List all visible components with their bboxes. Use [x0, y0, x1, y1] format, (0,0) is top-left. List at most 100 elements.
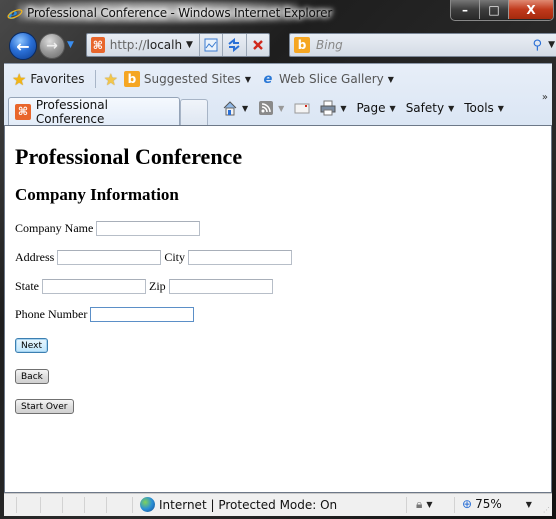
- address-input[interactable]: http://localh...: [110, 38, 182, 52]
- home-button[interactable]: ▼: [222, 100, 248, 116]
- company-name-field[interactable]: [96, 221, 201, 236]
- chevron-down-icon[interactable]: ▼: [278, 104, 284, 113]
- add-to-favorites-bar-button[interactable]: ★: [104, 70, 122, 89]
- minimize-icon: –: [462, 2, 468, 17]
- zoom-magnifier-icon: ⊕: [462, 497, 473, 511]
- state-zip-row: State Zip: [15, 279, 276, 294]
- chevron-down-icon: ▼: [389, 103, 396, 113]
- tools-menu[interactable]: Tools ▼: [464, 101, 504, 115]
- close-icon: X: [526, 2, 536, 17]
- section-title: Company Information: [15, 185, 179, 204]
- security-zone[interactable]: Internet | Protected Mode: On: [140, 497, 337, 512]
- print-button[interactable]: ▼: [320, 100, 346, 116]
- chevron-down-icon: ▼: [426, 500, 433, 509]
- window-title: Professional Conference - Windows Intern…: [27, 6, 333, 20]
- page-title: Professional Conference: [15, 144, 243, 169]
- search-input[interactable]: Bing: [316, 38, 533, 52]
- refresh-icon: [228, 38, 241, 52]
- back-page-button[interactable]: Back: [15, 369, 49, 384]
- chevron-down-icon[interactable]: ▼: [340, 104, 346, 113]
- site-favicon-icon: ⌘: [91, 37, 105, 53]
- suggested-sites-button[interactable]: b Suggested Sites ▼: [123, 71, 251, 87]
- read-mail-button[interactable]: [294, 100, 310, 116]
- compatibility-view-icon: [204, 38, 218, 52]
- privacy-settings-button[interactable]: 🔒︎ ▼: [416, 497, 433, 512]
- compatibility-view-button[interactable]: [198, 34, 222, 56]
- search-box[interactable]: b Bing ⚲ ▼: [289, 33, 556, 57]
- new-tab-button[interactable]: [180, 99, 208, 125]
- zoom-dropdown-icon[interactable]: ▼: [526, 500, 532, 509]
- state-label: State: [15, 279, 39, 293]
- title-bar: e Professional Conference - Windows Inte…: [0, 0, 556, 28]
- stop-icon: [252, 40, 263, 50]
- zip-field[interactable]: [168, 279, 273, 294]
- start-over-button[interactable]: Start Over: [15, 399, 74, 414]
- page-content: Professional Conference Company Informat…: [4, 125, 552, 493]
- more-commands-chevron-icon[interactable]: »: [542, 92, 548, 103]
- command-area: ★ Favorites ★ b Suggested Sites ▼ e Web …: [4, 63, 552, 126]
- printer-icon: [320, 100, 336, 116]
- command-bar: ▼ ▼ ▼ Page ▼ Safety ▼ Tools ▼: [222, 100, 514, 116]
- internet-globe-icon: [140, 497, 155, 512]
- home-icon: [223, 101, 237, 116]
- navigation-bar: ← → ▼ ⌘ http://localh... ▼ b Bing ⚲ ▼: [0, 28, 556, 62]
- ie-logo-icon: e: [7, 5, 23, 21]
- city-label: City: [164, 250, 185, 264]
- phone-row: Phone Number: [15, 307, 197, 322]
- address-row: Address City: [15, 250, 295, 265]
- tab-row: ⌘ Professional Conference ▼ ▼ ▼ Page ▼ S…: [4, 92, 552, 126]
- back-button[interactable]: ←: [9, 32, 37, 60]
- next-button[interactable]: Next: [15, 338, 48, 353]
- address-bar[interactable]: ⌘ http://localh... ▼: [86, 33, 270, 57]
- phone-number-field[interactable]: [90, 307, 195, 322]
- add-favorite-icon: ★: [103, 69, 118, 89]
- chevron-down-icon: ▼: [497, 103, 504, 113]
- tab-professional-conference[interactable]: ⌘ Professional Conference: [8, 97, 180, 126]
- recent-pages-dropdown[interactable]: ▼: [67, 40, 74, 50]
- favorites-bar: ★ Favorites ★ b Suggested Sites ▼ e Web …: [4, 64, 552, 94]
- zoom-level: 75%: [475, 497, 502, 511]
- ie-page-icon: e: [263, 71, 273, 87]
- favorites-button[interactable]: ★ Favorites: [12, 70, 85, 89]
- bing-icon: b: [294, 37, 310, 53]
- feeds-button[interactable]: ▼: [258, 100, 284, 116]
- mail-icon: [294, 103, 310, 114]
- company-name-row: Company Name: [15, 221, 203, 236]
- protected-mode-lock-icon: 🔒︎: [416, 497, 423, 511]
- minimize-button[interactable]: –: [451, 0, 480, 19]
- address-label: Address: [15, 250, 55, 264]
- favorites-star-icon: ★: [12, 69, 27, 89]
- stop-button[interactable]: [245, 34, 269, 56]
- site-favicon-icon: ⌘: [15, 103, 31, 120]
- resize-grip-icon[interactable]: ⋰: [543, 506, 550, 514]
- refresh-button[interactable]: [222, 34, 245, 56]
- safety-menu[interactable]: Safety ▼: [406, 101, 455, 115]
- search-options-dropdown[interactable]: ▼: [548, 40, 555, 50]
- window-controls: – □ X: [450, 0, 554, 21]
- chevron-down-icon: ▼: [387, 74, 394, 84]
- phone-number-label: Phone Number: [15, 307, 88, 321]
- rss-feed-icon: [259, 101, 274, 115]
- browser-window: e Professional Conference - Windows Inte…: [0, 0, 556, 519]
- search-icon[interactable]: ⚲: [533, 38, 543, 53]
- forward-button[interactable]: →: [39, 33, 65, 59]
- divider: [94, 70, 96, 88]
- suggested-sites-icon: b: [123, 71, 140, 87]
- zoom-control[interactable]: ⊕ 75% ▼: [462, 497, 532, 511]
- maximize-button[interactable]: □: [480, 0, 509, 19]
- chevron-down-icon: ▼: [244, 74, 251, 84]
- city-field[interactable]: [188, 250, 292, 265]
- page-menu[interactable]: Page ▼: [356, 101, 395, 115]
- web-slice-gallery-button[interactable]: e Web Slice Gallery ▼: [261, 71, 394, 87]
- address-dropdown[interactable]: ▼: [186, 40, 193, 50]
- state-field[interactable]: [42, 279, 146, 294]
- chevron-down-icon[interactable]: ▼: [242, 104, 248, 113]
- maximize-icon: □: [488, 2, 500, 17]
- chevron-down-icon: ▼: [448, 103, 455, 113]
- close-button[interactable]: X: [509, 0, 553, 19]
- company-name-label: Company Name: [15, 221, 94, 235]
- status-bar: Internet | Protected Mode: On 🔒︎ ▼ ⊕ 75%…: [4, 493, 552, 516]
- back-icon: ←: [16, 36, 30, 56]
- address-field[interactable]: [57, 250, 162, 265]
- zip-label: Zip: [149, 279, 166, 293]
